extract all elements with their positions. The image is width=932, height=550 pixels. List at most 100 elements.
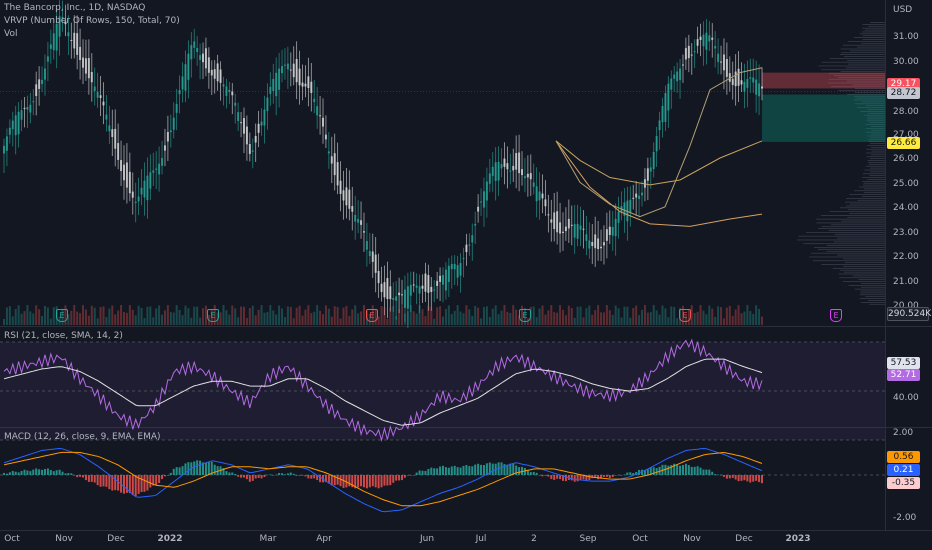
volume-profile-bar <box>844 201 885 203</box>
macd-histogram-bar <box>696 466 699 475</box>
candle-body <box>365 241 368 250</box>
macd-histogram-bar <box>263 475 266 478</box>
macd-histogram-bar <box>608 475 611 478</box>
volume-bar <box>152 317 155 325</box>
earnings-badge-icon[interactable]: E <box>519 309 531 322</box>
macd-histogram-bar <box>509 463 512 475</box>
volume-bar <box>649 312 652 325</box>
volume-bar <box>313 311 316 325</box>
candle-body <box>687 45 690 59</box>
macd-histogram-bar <box>597 475 600 480</box>
volume-profile-bar <box>869 22 885 23</box>
volume-bar <box>576 306 579 325</box>
candle-body <box>122 164 125 181</box>
candle-body <box>447 265 450 282</box>
candle-body <box>269 86 272 94</box>
chart-canvas[interactable] <box>0 0 885 530</box>
volume-profile-bar <box>848 63 885 65</box>
volume-bar <box>447 305 450 325</box>
candle-body <box>333 153 336 176</box>
macd-histogram-bar <box>240 475 243 478</box>
volume-bar <box>181 315 184 325</box>
volume-profile-bar <box>856 46 885 48</box>
macd-histogram-bar <box>14 471 17 475</box>
volume-bar <box>117 310 120 325</box>
volume-profile-bar <box>868 300 885 301</box>
macd-histogram-bar <box>93 475 96 483</box>
volume-bar <box>720 307 723 325</box>
macd-histogram-bar <box>532 471 535 475</box>
candle-body <box>377 270 380 284</box>
volume-bar <box>134 315 137 325</box>
candle-body <box>41 79 44 85</box>
macd-histogram-bar <box>108 475 111 490</box>
volume-bar <box>436 307 439 325</box>
volume-bar <box>278 305 281 325</box>
candle-body <box>283 64 286 66</box>
volume-profile-bar <box>803 243 885 245</box>
macd-histogram-bar <box>605 475 608 477</box>
candle-body <box>690 54 693 56</box>
macd-histogram-bar <box>251 475 254 481</box>
earnings-badge-icon[interactable]: E <box>679 309 691 322</box>
last-price-tag: 28.72 <box>887 87 920 99</box>
volume-profile-bar <box>859 33 885 35</box>
macd-histogram-bar <box>304 475 307 477</box>
macd-histogram-bar <box>383 475 386 486</box>
candle-body <box>38 79 41 89</box>
macd-histogram-bar <box>257 475 260 478</box>
candle-body <box>582 228 585 230</box>
earnings-badge-icon[interactable]: E <box>366 309 378 322</box>
volume-bar <box>242 306 245 325</box>
volume-profile-bar <box>853 190 885 192</box>
earnings-badge-icon[interactable]: E <box>207 309 219 322</box>
volume-bar <box>602 312 605 325</box>
candle-body <box>374 254 377 273</box>
volume-profile-bar <box>859 298 885 299</box>
volume-bar <box>582 317 585 325</box>
macd-histogram-bar <box>544 475 547 476</box>
candle-body <box>316 106 319 116</box>
volume-bar <box>269 305 272 325</box>
earnings-badge-icon[interactable]: E <box>830 309 842 322</box>
candle-body <box>398 292 401 296</box>
volume-bar <box>84 309 87 325</box>
candle-body <box>301 82 304 87</box>
macd-histogram-bar <box>17 472 20 475</box>
price-tick: 25.00 <box>893 179 919 189</box>
volume-profile-bar <box>836 237 885 239</box>
volume-bar <box>301 315 304 325</box>
candle-body <box>152 170 155 173</box>
volume-bar <box>737 305 740 325</box>
volume-profile-bar <box>849 203 885 205</box>
macd-histogram-bar <box>146 475 149 491</box>
macd-histogram-bar <box>234 474 237 475</box>
candle-body <box>125 162 128 188</box>
candle-body <box>105 114 108 120</box>
volume-bar <box>178 309 181 325</box>
volume-profile-bar <box>845 67 885 69</box>
time-tick: Nov <box>55 534 73 544</box>
macd-histogram-bar <box>480 464 483 475</box>
macd-histogram-bar <box>576 475 579 482</box>
volume-bar <box>497 314 500 325</box>
vrvp-legend[interactable]: VRVP (Number Of Rows, 150, Total, 70) <box>4 16 180 27</box>
candle-body <box>491 166 494 177</box>
macd-histogram-bar <box>518 467 521 475</box>
volume-legend[interactable]: Vol <box>4 29 17 40</box>
volume-profile-bar <box>867 160 885 161</box>
volume-profile-bar <box>869 303 885 305</box>
candle-body <box>646 168 649 181</box>
volume-bar <box>289 306 292 325</box>
candle-body <box>477 206 480 212</box>
volume-bar <box>240 306 243 325</box>
candle-body <box>43 68 46 80</box>
macd-histogram-bar <box>46 468 49 475</box>
earnings-badge-icon[interactable]: E <box>56 309 68 322</box>
volume-bar <box>635 305 638 325</box>
candle-body <box>251 150 254 152</box>
macd-legend[interactable]: MACD (12, 26, close, 9, EMA, EMA) <box>4 432 161 443</box>
rsi-legend[interactable]: RSI (21, close, SMA, 14, 2) <box>4 331 123 342</box>
symbol-legend[interactable]: The Bancorp, Inc., 1D, NASDAQ <box>4 3 145 14</box>
candle-body <box>503 158 506 167</box>
